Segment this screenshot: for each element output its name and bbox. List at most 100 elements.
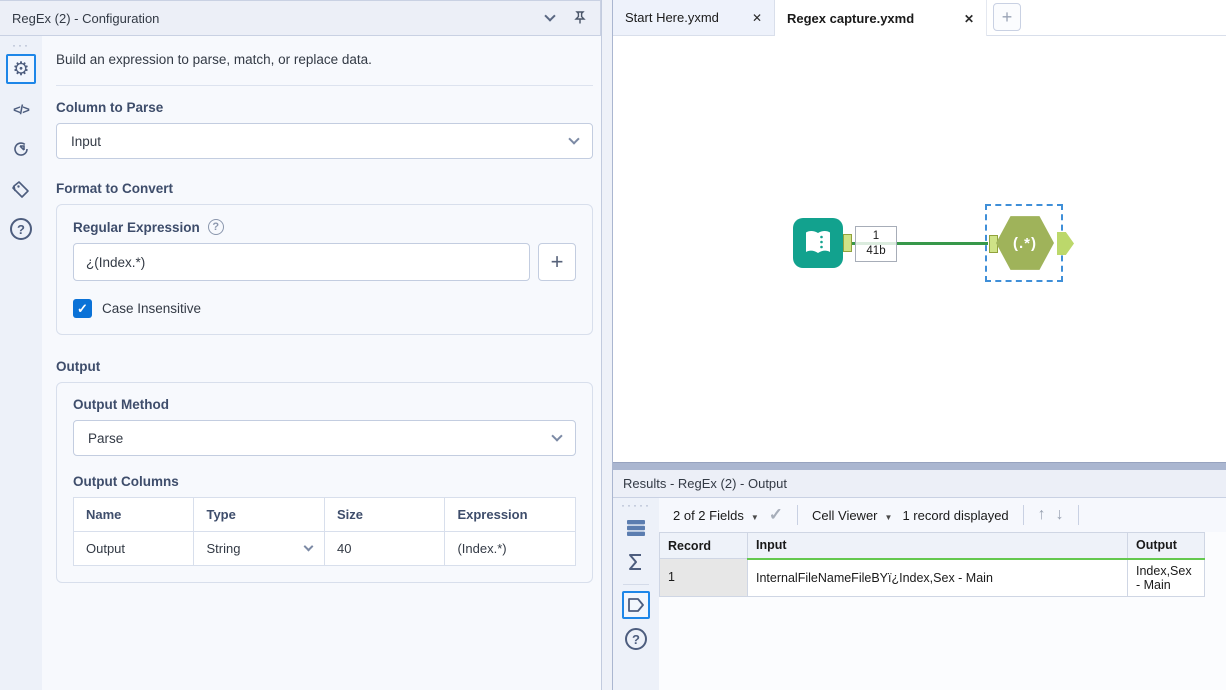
add-expression-button[interactable] <box>538 243 576 281</box>
input-value-cell[interactable]: InternalFileNameFileBYï¿Index,Sex - Main <box>747 558 1128 597</box>
grip-dots-icon[interactable]: ··· <box>12 39 30 51</box>
output-group: Output Method Parse Output Columns Name … <box>56 382 593 583</box>
panel-splitter[interactable] <box>601 0 613 690</box>
data-size: 41b <box>866 245 886 257</box>
sigma-icon[interactable] <box>622 548 650 576</box>
results-icon-strip: ····· ? <box>613 498 659 690</box>
fields-dropdown-label: 2 of 2 Fields <box>673 507 744 523</box>
table-row: Output String 40 (Index.*) <box>72 531 576 566</box>
results-title: Results - RegEx (2) - Output <box>623 476 787 491</box>
regular-expression-label: Regular Expression <box>73 219 200 235</box>
output-type-value: String <box>206 541 241 556</box>
caret-down-icon <box>751 508 759 523</box>
results-table: Record Input Output 1 InternalFileNameFi… <box>659 532 1205 597</box>
divider <box>623 584 649 585</box>
configuration-title: RegEx (2) - Configuration <box>12 10 160 26</box>
format-to-convert-label: Format to Convert <box>56 181 174 196</box>
book-icon <box>806 231 830 253</box>
column-to-parse-select[interactable]: Input <box>56 123 593 159</box>
case-insensitive-label: Case Insensitive <box>102 301 202 316</box>
config-icon-strip: ··· ⚙ </> ? <box>0 36 42 690</box>
column-to-parse-value: Input <box>71 133 102 149</box>
grip-dots-icon[interactable]: ····· <box>621 499 651 511</box>
output-anchor[interactable] <box>843 234 852 252</box>
output-method-select[interactable]: Parse <box>73 420 576 456</box>
output-columns-table: Name Type Size Expression Output String … <box>72 497 576 566</box>
divider <box>56 85 593 86</box>
results-header-row: Record Input Output <box>659 532 1205 560</box>
apply-check-icon[interactable] <box>769 505 783 525</box>
results-splitter[interactable] <box>613 462 1226 470</box>
chevron-down-icon <box>568 133 580 145</box>
record-count: 1 <box>872 230 880 242</box>
gear-icon[interactable]: ⚙ <box>6 54 36 84</box>
tab-label: Start Here.yxmd <box>625 10 719 25</box>
output-expression-cell[interactable]: (Index.*) <box>444 531 576 566</box>
results-panel-header: Results - RegEx (2) - Output <box>613 470 1226 498</box>
tab-label: Regex capture.yxmd <box>787 10 915 26</box>
results-toolbar: 2 of 2 Fields Cell Viewer 1 record displ… <box>659 498 1226 532</box>
divider <box>1077 505 1079 525</box>
records-displayed-text: 1 record displayed <box>902 507 1009 523</box>
chevron-down-icon[interactable] <box>544 10 556 22</box>
configuration-panel-header: RegEx (2) - Configuration <box>0 0 601 36</box>
chevron-down-icon <box>303 541 314 552</box>
results-row: 1 InternalFileNameFileBYï¿Index,Sex - Ma… <box>659 558 1205 597</box>
code-icon[interactable]: </> <box>6 94 36 124</box>
caret-down-icon <box>885 508 893 523</box>
divider <box>797 505 798 525</box>
output-type-cell[interactable]: String <box>193 531 325 566</box>
results-panel: ····· ? 2 of 2 Fields ▼ ✓ Cell Viewer ▼ … <box>613 498 1226 690</box>
configuration-panel: RegEx (2) - Configuration ··· ⚙ </> ? Bu… <box>0 0 601 690</box>
col-header-type: Type <box>193 497 325 532</box>
arrow-down-icon[interactable] <box>1056 506 1064 524</box>
tab-start-here[interactable]: Start Here.yxmd <box>613 0 775 35</box>
workflow-canvas[interactable]: 1 41b (.*) <box>613 36 1226 462</box>
arrow-up-icon[interactable] <box>1038 506 1046 524</box>
results-col-output[interactable]: Output <box>1127 532 1205 560</box>
config-description: Build an expression to parse, match, or … <box>56 52 372 67</box>
col-header-size: Size <box>323 497 446 532</box>
check-icon <box>77 300 88 318</box>
output-value-cell[interactable]: Index,Sex - Main <box>1127 558 1205 597</box>
alteryx-designer-window: RegEx (2) - Configuration ··· ⚙ </> ? Bu… <box>0 0 1226 690</box>
cell-viewer-label: Cell Viewer <box>812 507 878 523</box>
output-label: Output <box>56 359 101 374</box>
output-columns-label: Output Columns <box>73 474 179 489</box>
regex-tool-selected[interactable]: (.*) <box>985 204 1074 282</box>
close-icon[interactable] <box>964 11 974 26</box>
divider <box>1022 505 1024 525</box>
new-tab-button[interactable] <box>993 3 1021 31</box>
fields-dropdown[interactable]: 2 of 2 Fields <box>673 508 759 523</box>
help-icon[interactable]: ? <box>6 214 36 244</box>
output-name-cell[interactable]: Output <box>72 531 195 566</box>
close-icon[interactable] <box>752 10 762 25</box>
format-to-convert-group: Regular Expression ? Case Insensitive <box>56 204 593 335</box>
table-header-row: Name Type Size Expression <box>72 497 576 532</box>
refresh-arrow-icon[interactable] <box>6 134 36 164</box>
table-rows-icon[interactable] <box>622 514 650 542</box>
tab-regex-capture[interactable]: Regex capture.yxmd <box>775 0 987 36</box>
record-number-cell[interactable]: 1 <box>659 558 748 597</box>
text-input-tool[interactable] <box>793 218 843 268</box>
regex-input[interactable] <box>73 243 530 281</box>
tag-icon[interactable] <box>6 174 36 204</box>
output-method-label: Output Method <box>73 397 169 412</box>
chevron-down-icon <box>551 430 563 442</box>
connection-annotation[interactable]: 1 41b <box>855 226 897 262</box>
results-col-record[interactable]: Record <box>659 532 748 559</box>
cell-viewer-dropdown[interactable]: Cell Viewer <box>812 508 892 523</box>
pin-icon[interactable] <box>572 10 588 26</box>
config-content: Build an expression to parse, match, or … <box>42 36 601 690</box>
regex-help-icon[interactable]: ? <box>207 219 224 235</box>
output-anchor[interactable] <box>1057 232 1074 255</box>
data-page-icon[interactable] <box>622 591 650 619</box>
case-insensitive-checkbox[interactable] <box>73 299 92 318</box>
regex-glyph: (.*) <box>1013 234 1037 252</box>
results-col-input[interactable]: Input <box>747 532 1128 560</box>
output-method-value: Parse <box>88 430 124 446</box>
regex-tool-icon[interactable]: (.*) <box>996 216 1054 270</box>
help-icon[interactable]: ? <box>622 625 650 653</box>
plus-icon <box>551 251 564 274</box>
output-size-cell[interactable]: 40 <box>323 531 446 566</box>
